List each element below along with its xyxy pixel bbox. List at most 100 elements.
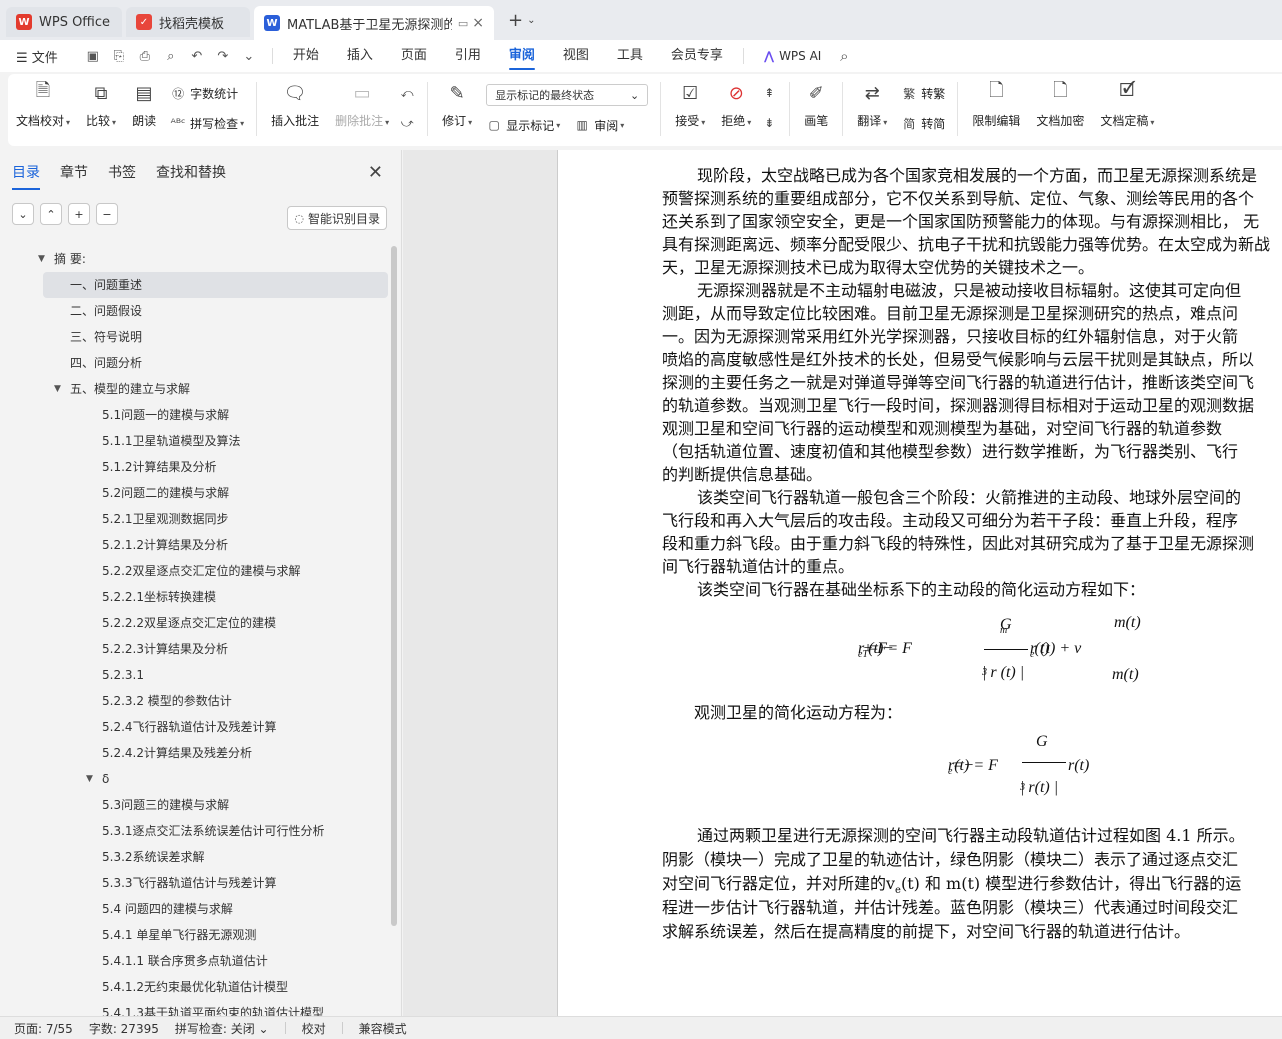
toc-item[interactable]: 5.3.1逐点交汇法系统误差估计可行性分析 [0,818,390,844]
monitor-icon[interactable]: ▭ [458,17,468,30]
tab-current-document[interactable]: W MATLAB基于卫星无源探测的空间飞行器主动段轨道估计 ▭ × [254,6,494,40]
collapse-all-button[interactable]: ⌃ [40,203,62,225]
file-menu[interactable]: ☰ 文件 [16,47,58,66]
show-markup-button[interactable]: ▢ 显示标记 ▾ [486,117,561,134]
toc-item[interactable]: ▼ 五、模型的建立与求解 [0,376,390,402]
tab-sections[interactable]: 章节 [60,150,88,196]
word-count-indicator[interactable]: 字数: 27395 [89,1020,159,1037]
chevron-down-icon[interactable]: ⌄ [240,49,258,64]
close-icon[interactable]: × [472,15,484,31]
review-pane-button[interactable]: ▥ 审阅 ▾ [574,117,625,134]
toc-scrollbar[interactable] [391,246,397,926]
reject-button[interactable]: ⊘ 拒绝 ▾ [713,80,759,138]
menu-member[interactable]: 会员专享 [671,40,723,72]
toc-item[interactable]: 5.2.4飞行器轨道估计及残差计算 [0,714,390,740]
insert-comment-button[interactable]: 🗨 插入批注 [263,80,327,138]
previous-change-button[interactable]: ⇞ [761,82,781,104]
toc-item[interactable]: 四、问题分析 [0,350,390,376]
menu-insert[interactable]: 插入 [347,40,373,72]
toc-item[interactable]: 二、问题假设 [0,298,390,324]
toc-item[interactable]: 5.2.4.2计算结果及残差分析 [0,740,390,766]
toc-item[interactable]: 5.2.1卫星观测数据同步 [0,506,390,532]
tab-toc[interactable]: 目录 [12,150,40,196]
spell-check-status[interactable]: 拼写检查: 关闭 ⌄ [175,1020,269,1037]
expand-arrow-icon[interactable]: ▼ [86,766,93,792]
toc-item[interactable]: 5.1.1卫星轨道模型及算法 [0,428,390,454]
toc-item[interactable]: ▼ 摘 要: [0,246,390,272]
toc-item[interactable]: ▼ δ [0,766,390,792]
tab-find-replace[interactable]: 查找和替换 [156,150,226,196]
proof-status[interactable]: 校对 [302,1020,326,1037]
new-tab-button[interactable]: + [508,10,523,31]
tab-docer-templates[interactable]: ✓ 找稻壳模板 [126,7,250,37]
revise-button[interactable]: ✎ 修订 ▾ [434,80,480,138]
toc-item[interactable]: 5.4.1.1 联合序贯多点轨道估计 [0,948,390,974]
toc-item[interactable]: 5.1问题一的建模与求解 [0,402,390,428]
menu-review[interactable]: 审阅 [508,40,535,72]
finalize-button[interactable]: 🗹 文档定稿 ▾ [1092,80,1162,138]
document-body[interactable]: 现阶段，太空战略已成为各个国家竞相发展的一个方面，而卫星无源探测系统是 预警探测系… [662,164,1282,944]
delete-comment-button[interactable]: ▭ 删除批注 ▾ [327,80,397,138]
toc-item[interactable]: 5.2.2.2双星逐点交汇定位的建模 [0,610,390,636]
toc-item[interactable]: 5.2.2.1坐标转换建模 [0,584,390,610]
export-icon[interactable]: ⎘ [110,49,128,64]
redo-icon[interactable]: ↷ [214,49,232,64]
toc-item[interactable]: 5.2.3.1 [0,662,390,688]
page-indicator[interactable]: 页面: 7/55 [14,1020,73,1037]
save-icon[interactable]: ▣ [84,49,102,64]
toc-item[interactable]: 5.4.1 单星单飞行器无源观测 [0,922,390,948]
close-icon[interactable]: ✕ [368,162,383,183]
toc-item[interactable]: 一、问题重述 [43,272,388,298]
document-page[interactable]: 现阶段，太空战略已成为各个国家竞相发展的一个方面，而卫星无源探测系统是 预警探测系… [557,150,1282,1016]
toc-item[interactable]: 5.4 问题四的建模与求解 [0,896,390,922]
translate-button[interactable]: ⇄ 翻译 ▾ [849,80,895,138]
print-icon[interactable]: ⎙ [136,49,154,64]
search-icon[interactable]: ⌕ [835,47,853,65]
chevron-down-icon[interactable]: ⌄ [527,15,535,26]
compare-button[interactable]: ⧉ 比较 ▾ [78,80,124,138]
toc-item[interactable]: 5.4.1.2无约束最优化轨道估计模型 [0,974,390,1000]
toc-item[interactable]: 5.2.2.3计算结果及分析 [0,636,390,662]
toc-item[interactable]: 5.2.1.2计算结果及分析 [0,532,390,558]
previous-comment-button[interactable]: ⤺ [399,82,419,104]
print-preview-icon[interactable]: ⌕ [162,49,180,64]
expand-all-button[interactable]: ⌄ [12,203,34,225]
toc-item[interactable]: 5.3.2系统误差求解 [0,844,390,870]
accept-button[interactable]: ☑ 接受 ▾ [667,80,713,138]
smart-toc-button[interactable]: ◌ 智能识别目录 [287,206,387,230]
doc-check-button[interactable]: 🗎 文档校对 ▾ [8,80,78,138]
menu-home[interactable]: 开始 [293,40,319,72]
toc-item[interactable]: 5.2.3.2 模型的参数估计 [0,688,390,714]
next-comment-button[interactable]: ⤻ [399,112,419,134]
toc-item[interactable]: 5.3.3飞行器轨道估计与残差计算 [0,870,390,896]
expand-arrow-icon[interactable]: ▼ [54,376,61,402]
wps-ai-button[interactable]: ⋀ WPS AI [764,49,821,63]
word-count-button[interactable]: ⑫ 字数统计 [170,82,244,104]
next-change-button[interactable]: ⇟ [761,112,781,134]
toc-item[interactable]: 5.2.2双星逐点交汇定位的建模与求解 [0,558,390,584]
menu-view[interactable]: 视图 [563,40,589,72]
menu-tools[interactable]: 工具 [617,40,643,72]
demote-level-button[interactable]: − [96,203,118,225]
read-aloud-button[interactable]: ▤ 朗读 [124,80,164,138]
spell-check-button[interactable]: ᴬᴮᶜ 拼写检查 ▾ [170,112,244,134]
encrypt-button[interactable]: 🗋 文档加密 [1028,80,1092,138]
menu-references[interactable]: 引用 [455,40,481,72]
delete-comment-icon: ▭ [353,82,371,104]
markup-state-select[interactable]: 显示标记的最终状态 ⌄ [486,84,649,106]
toc-item[interactable]: 5.3问题三的建模与求解 [0,792,390,818]
toc-item[interactable]: 5.2问题二的建模与求解 [0,480,390,506]
tab-bookmarks[interactable]: 书签 [108,150,136,196]
promote-level-button[interactable]: + [68,203,90,225]
restrict-edit-button[interactable]: 🗋 限制编辑 [964,80,1028,138]
expand-arrow-icon[interactable]: ▼ [38,246,45,272]
to-traditional-button[interactable]: 繁转繁 [901,82,945,104]
toc-item[interactable]: 5.4.1.3基于轨道平面约束的轨道估计模型 [0,1000,390,1016]
menu-page[interactable]: 页面 [401,40,427,72]
pen-button[interactable]: ✐ 画笔 [796,80,836,138]
toc-item[interactable]: 三、符号说明 [0,324,390,350]
toc-item[interactable]: 5.1.2计算结果及分析 [0,454,390,480]
undo-icon[interactable]: ↶ [188,49,206,64]
to-simplified-button[interactable]: 简转简 [901,112,945,134]
tab-wps-office[interactable]: W WPS Office [6,7,122,37]
